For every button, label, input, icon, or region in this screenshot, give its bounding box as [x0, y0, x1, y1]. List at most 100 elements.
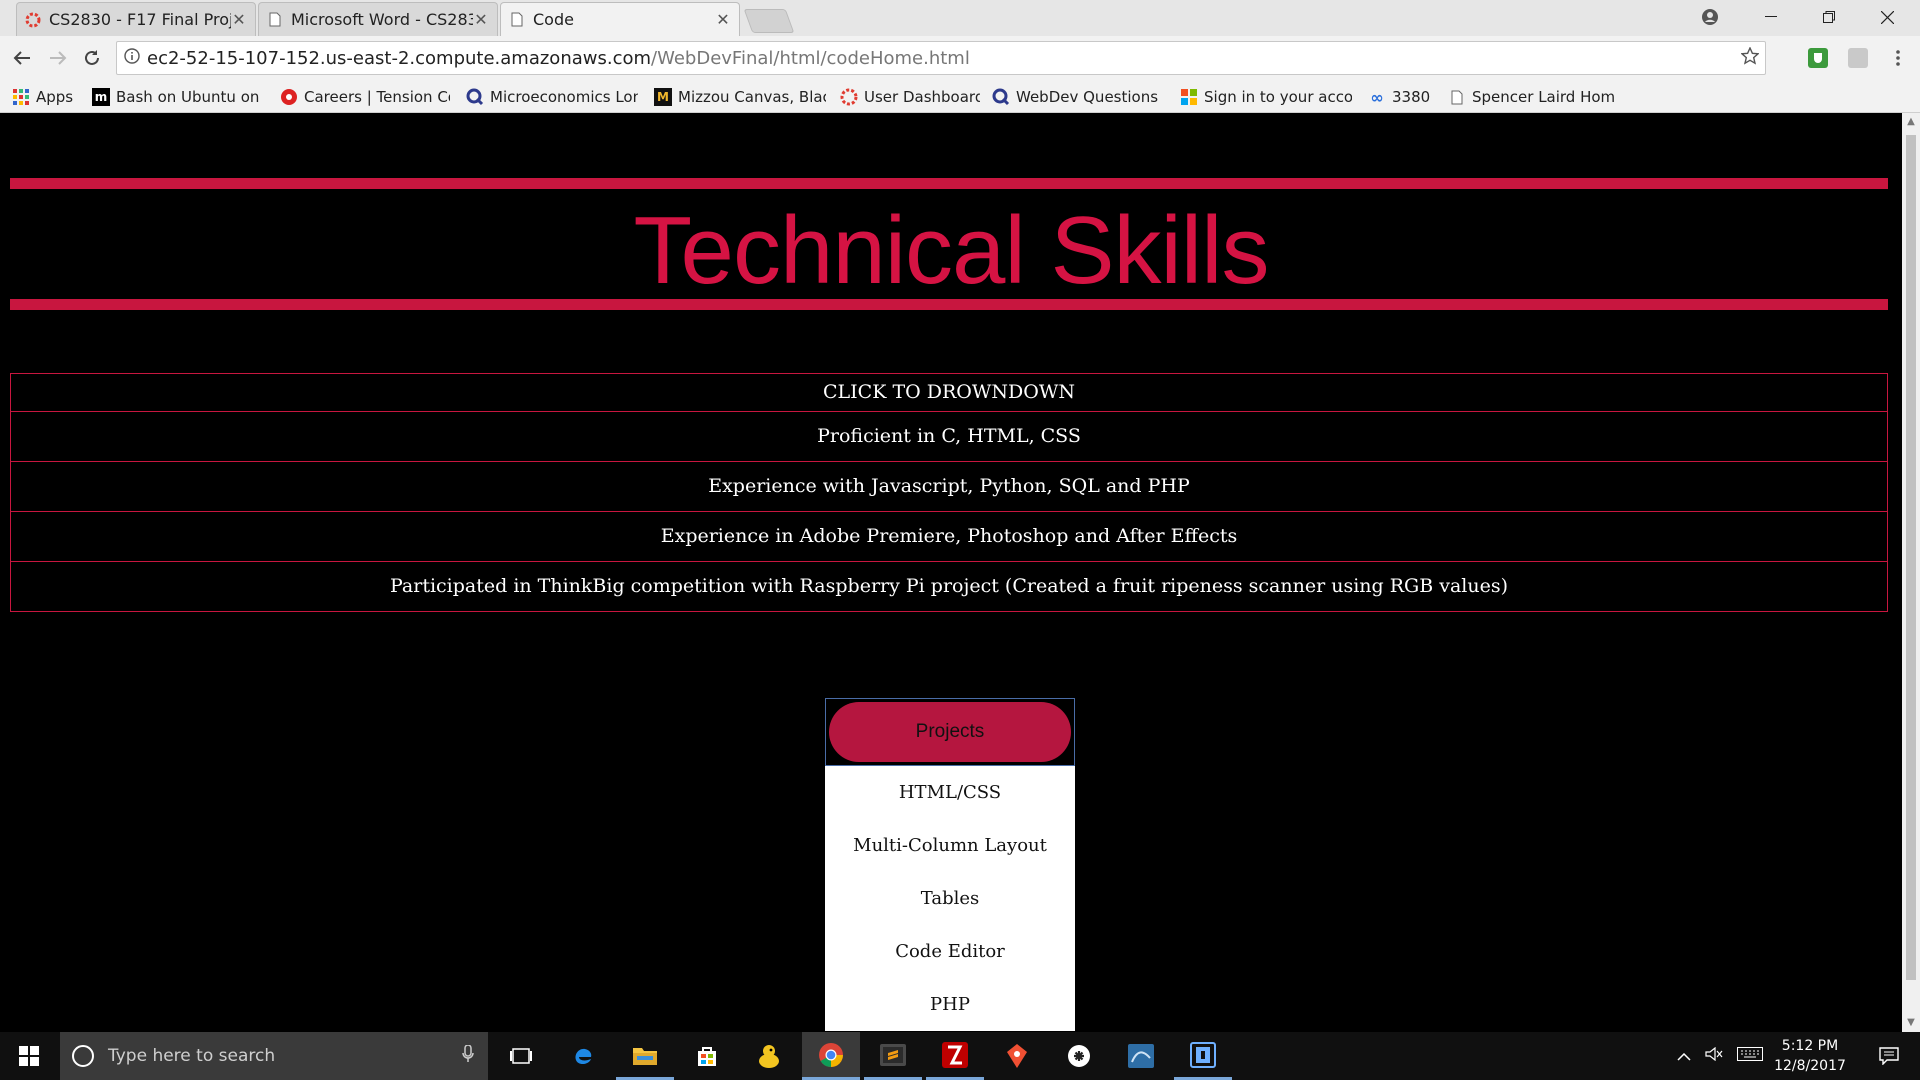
tab-code[interactable]: Code ✕ [500, 2, 740, 36]
scrollbar-thumb[interactable] [1906, 135, 1916, 980]
tab-label: Microsoft Word - CS2830 [291, 10, 473, 29]
bookmark-label: Bash on Ubuntu on W [116, 88, 262, 106]
bookmark-spencer-laird[interactable]: Spencer Laird Home [1448, 86, 1614, 108]
document-icon [509, 12, 525, 28]
extension-grey-icon[interactable] [1846, 46, 1870, 70]
bookmark-apps[interactable]: Apps [12, 86, 82, 108]
remote-desktop-icon[interactable] [1174, 1032, 1232, 1080]
bookmark-user-dashboard[interactable]: User Dashboard [840, 86, 980, 108]
store-icon[interactable] [678, 1032, 736, 1080]
tab-strip: CS2830 - F17 Final Projec ✕ Microsoft Wo… [0, 0, 1920, 36]
m-logo-icon: m [92, 88, 110, 106]
menu-item-html-css[interactable]: HTML/CSS [825, 766, 1075, 819]
skills-list: CLICK TO DROWNDOWN Proficient in C, HTML… [10, 373, 1888, 612]
notifications-icon[interactable] [1860, 1032, 1918, 1080]
title-rule-bottom [10, 299, 1888, 310]
scroll-down-icon[interactable]: ▼ [1902, 1014, 1920, 1032]
microsoft-logo-icon [1180, 88, 1198, 106]
menu-item-multi-column-layout[interactable]: Multi-Column Layout [825, 819, 1075, 872]
bookmark-label: Sign in to your accou [1204, 88, 1352, 106]
task-view-icon[interactable] [492, 1032, 550, 1080]
bookmark-mizzou-canvas[interactable]: M Mizzou Canvas, Black [654, 86, 826, 108]
edge-browser-icon[interactable] [554, 1032, 612, 1080]
extension-shield-icon[interactable] [1806, 46, 1830, 70]
reload-icon[interactable] [78, 44, 106, 72]
chevron-up-icon[interactable] [1672, 1047, 1696, 1065]
bookmark-label: Careers | Tension Cor [304, 88, 450, 106]
bookmark-microeconomics[interactable]: Microeconomics Lon [466, 86, 638, 108]
menu-kebab-icon[interactable] [1886, 46, 1910, 70]
list-item: Proficient in C, HTML, CSS [11, 411, 1887, 461]
mysql-workbench-icon[interactable] [1112, 1032, 1170, 1080]
system-tray [1672, 1032, 1768, 1080]
tab-final-project[interactable]: CS2830 - F17 Final Projec ✕ [16, 2, 256, 36]
back-arrow-icon[interactable] [8, 44, 36, 72]
bookmark-3380[interactable]: ∞ 3380 [1368, 86, 1444, 108]
browser-chrome: CS2830 - F17 Final Projec ✕ Microsoft Wo… [0, 0, 1920, 113]
projects-dropdown-menu: HTML/CSS Multi-Column Layout Tables Code… [825, 766, 1075, 1031]
projects-button-label: Projects [829, 702, 1071, 762]
tab-label: CS2830 - F17 Final Projec [49, 10, 231, 29]
cyberduck-icon[interactable] [740, 1032, 798, 1080]
minimize-icon[interactable] [1742, 0, 1800, 34]
q-logo-icon [992, 88, 1010, 106]
bookmark-star-icon[interactable] [1735, 46, 1765, 70]
scroll-up-icon[interactable]: ▲ [1902, 113, 1920, 131]
profile-icon[interactable] [1680, 0, 1740, 34]
close-icon[interactable]: ✕ [715, 10, 731, 29]
cortana-icon [72, 1045, 94, 1067]
bookmark-bash-ubuntu[interactable]: m Bash on Ubuntu on W [92, 86, 262, 108]
menu-item-code-editor[interactable]: Code Editor [825, 925, 1075, 978]
taskbar-search-box[interactable]: Type here to search [60, 1032, 488, 1080]
new-tab-button[interactable] [743, 9, 795, 33]
restore-icon[interactable] [1800, 0, 1858, 34]
menu-item-php[interactable]: PHP [825, 978, 1075, 1031]
canvas-logo-icon [25, 12, 41, 28]
projects-dropdown-button[interactable]: Projects [825, 698, 1075, 766]
windows-start-icon[interactable] [0, 1032, 58, 1080]
taskbar-clock[interactable]: 5:12 PM 12/8/2017 [1760, 1036, 1860, 1076]
microphone-icon[interactable] [462, 1043, 474, 1068]
menu-item-tables[interactable]: Tables [825, 872, 1075, 925]
infinity-icon: ∞ [1370, 87, 1384, 107]
git-client-icon[interactable] [988, 1032, 1046, 1080]
url-text[interactable]: ec2-52-15-107-152.us-east-2.compute.amaz… [147, 48, 1735, 69]
close-icon[interactable]: ✕ [473, 10, 489, 29]
search-placeholder: Type here to search [108, 1046, 276, 1066]
forward-arrow-icon[interactable] [44, 44, 72, 72]
bookmark-label: Spencer Laird Home [1472, 88, 1614, 106]
careers-logo-icon [280, 88, 298, 106]
url-path: /WebDevFinal/html/codeHome.html [651, 47, 970, 69]
bookmark-label: User Dashboard [864, 88, 980, 106]
tab-word-document[interactable]: Microsoft Word - CS2830 ✕ [258, 2, 498, 36]
filezilla-icon[interactable] [926, 1032, 984, 1080]
file-explorer-icon[interactable] [616, 1032, 674, 1080]
list-item: Experience with Javascript, Python, SQL … [11, 461, 1887, 511]
canvas-logo-icon [840, 88, 858, 106]
bookmark-label: Mizzou Canvas, Black [678, 88, 826, 106]
bookmark-label: 3380 [1392, 88, 1431, 106]
page-title: Technical Skills [633, 197, 1270, 304]
windows-taskbar: Type here to search 5:12 PM 12/8/2017 [0, 1032, 1920, 1080]
close-icon[interactable]: ✕ [231, 10, 247, 29]
sublime-text-icon[interactable] [864, 1032, 922, 1080]
projects-dropdown: Projects HTML/CSS Multi-Column Layout Ta… [825, 698, 1075, 1031]
close-window-icon[interactable] [1858, 0, 1916, 34]
slack-icon[interactable] [1050, 1032, 1108, 1080]
chrome-icon[interactable] [802, 1032, 860, 1080]
clock-time: 5:12 PM [1781, 1038, 1839, 1054]
document-icon [1448, 88, 1466, 106]
info-icon[interactable] [117, 48, 147, 68]
bookmark-careers[interactable]: Careers | Tension Cor [280, 86, 450, 108]
bookmark-label: Microeconomics Lon [490, 88, 638, 106]
list-item: Participated in ThinkBig competition wit… [11, 561, 1887, 611]
mizzou-logo-icon: M [654, 88, 672, 106]
volume-muted-icon[interactable] [1702, 1046, 1726, 1065]
bookmark-webdev-questions[interactable]: WebDev Questions F [992, 86, 1162, 108]
bookmark-microsoft-signin[interactable]: Sign in to your accou [1180, 86, 1352, 108]
vertical-scrollbar[interactable]: ▲ ▼ [1902, 113, 1920, 1032]
skills-dropdown-toggle[interactable]: CLICK TO DROWNDOWN [11, 374, 1887, 411]
navigation-toolbar: ec2-52-15-107-152.us-east-2.compute.amaz… [0, 36, 1920, 80]
bookmark-label: Apps [36, 88, 74, 106]
address-bar[interactable]: ec2-52-15-107-152.us-east-2.compute.amaz… [116, 41, 1766, 75]
